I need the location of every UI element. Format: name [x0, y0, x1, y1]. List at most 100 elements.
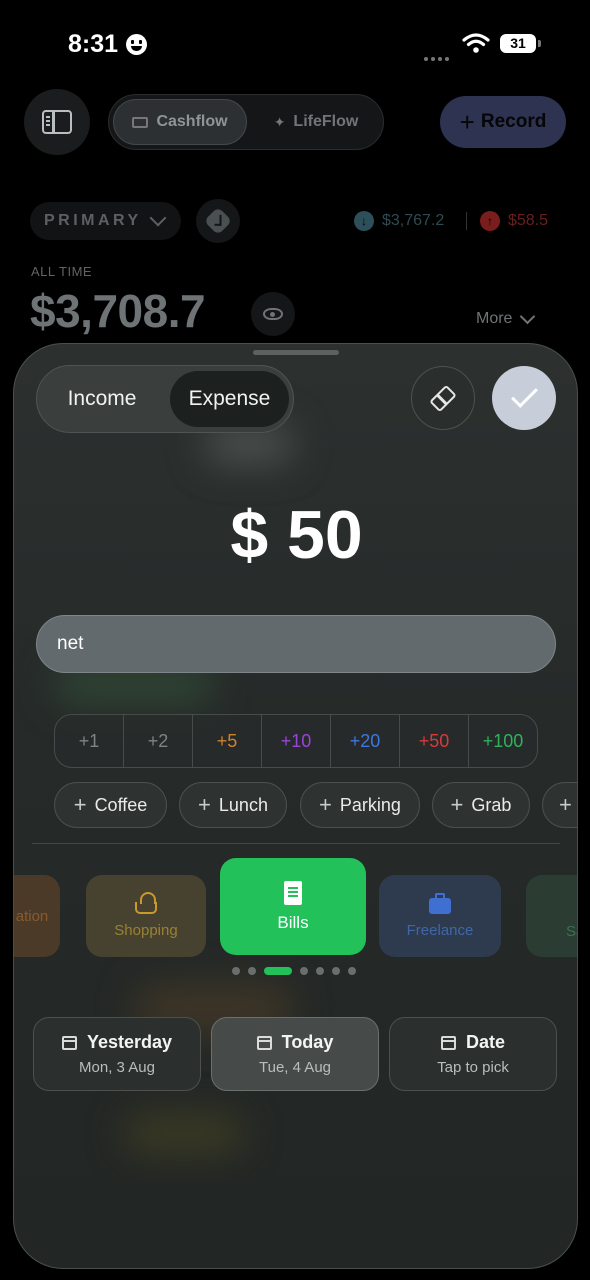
tab-cashflow-label: Cashflow: [156, 113, 228, 130]
signal-dots-icon: [424, 48, 452, 66]
page-dot[interactable]: [232, 967, 240, 975]
chip-more[interactable]: +: [542, 782, 577, 828]
category-education[interactable]: ation: [14, 875, 60, 957]
quick-amount-100[interactable]: +100: [469, 715, 537, 767]
sidebar-icon: [42, 110, 72, 134]
category-shopping[interactable]: Shopping: [86, 875, 206, 957]
income-tab[interactable]: Income: [43, 371, 161, 427]
date-subtitle: Mon, 3 Aug: [79, 1059, 155, 1076]
toggle-balance-visibility-button[interactable]: [251, 292, 295, 336]
chevron-down-icon: [149, 209, 167, 227]
amount-display: $ 50: [230, 497, 363, 573]
category-label: Shopping: [114, 921, 178, 939]
note-input[interactable]: net: [36, 615, 556, 673]
date-picker[interactable]: Date Tap to pick: [389, 1017, 557, 1091]
tab-lifeflow[interactable]: ✦ LifeFlow: [255, 99, 377, 145]
income-total: ↓ $3,767.2: [354, 210, 444, 232]
quick-note-chips: + Coffee + Lunch + Parking + Grab +: [54, 782, 577, 828]
receipt-icon: [284, 880, 302, 905]
divider: [32, 843, 560, 844]
calendar-icon: [440, 1035, 456, 1050]
chip-coffee[interactable]: + Coffee: [54, 782, 167, 828]
calendar-icon: [256, 1035, 272, 1050]
page-dot[interactable]: [348, 967, 356, 975]
checkmark-icon: [510, 380, 538, 408]
account-selector[interactable]: PRIMARY: [30, 202, 181, 240]
type-toggle: Income Expense: [36, 365, 294, 433]
calendar-icon: [61, 1035, 77, 1050]
category-freelance[interactable]: Freelance: [379, 875, 501, 957]
date-title-text: Today: [281, 1032, 334, 1052]
page-dot-active[interactable]: [264, 967, 292, 975]
chip-parking[interactable]: + Parking: [300, 782, 420, 828]
plus-icon: +: [319, 792, 332, 817]
quick-amount-2[interactable]: +2: [124, 715, 193, 767]
expense-total: ↑ $58.5: [480, 210, 548, 232]
arrow-up-icon: ↑: [480, 211, 500, 231]
battery-tip: [538, 40, 541, 47]
expense-tab[interactable]: Expense: [170, 371, 289, 427]
quick-amount-50[interactable]: +50: [400, 715, 469, 767]
category-label: Sa: [566, 922, 577, 940]
quick-amount-5[interactable]: +5: [193, 715, 262, 767]
verified-badge-icon: [203, 206, 233, 236]
date-today[interactable]: Today Tue, 4 Aug: [211, 1017, 379, 1091]
clear-button[interactable]: [411, 366, 475, 430]
briefcase-icon: [429, 892, 451, 914]
chip-grab[interactable]: + Grab: [432, 782, 530, 828]
record-label: Record: [480, 111, 547, 132]
status-bar: 8:31 31: [0, 28, 590, 62]
sheet-grabber[interactable]: [253, 350, 339, 355]
wifi-icon: [462, 33, 490, 53]
eraser-icon: [429, 384, 457, 412]
plus-icon: +: [459, 107, 475, 137]
date-yesterday[interactable]: Yesterday Mon, 3 Aug: [33, 1017, 201, 1091]
date-title: Today: [256, 1032, 334, 1053]
category-savings[interactable]: Sa: [526, 875, 577, 957]
date-title: Date: [440, 1032, 505, 1053]
quick-amount-10[interactable]: +10: [262, 715, 331, 767]
quick-amount-bar: +1 +2 +5 +10 +20 +50 +100: [54, 714, 538, 768]
balance-value: $3,708.7: [30, 285, 206, 337]
chip-label: Parking: [339, 794, 401, 815]
record-button[interactable]: + Record: [440, 96, 566, 148]
plus-icon: +: [559, 792, 572, 817]
battery-level: 31: [500, 34, 536, 53]
category-label: Bills: [277, 912, 309, 932]
quick-amount-20[interactable]: +20: [331, 715, 400, 767]
record-sheet: Income Expense $ 50 net +1 +2 +5 +10 +20…: [13, 343, 578, 1269]
category-label: ation: [15, 907, 49, 925]
tab-cashflow[interactable]: Cashflow: [113, 99, 247, 145]
view-segment-control: Cashflow ✦ LifeFlow: [108, 94, 384, 150]
date-title: Yesterday: [61, 1032, 173, 1053]
more-label: More: [476, 310, 513, 327]
more-button[interactable]: More: [476, 308, 536, 328]
chip-label: Lunch: [218, 794, 268, 815]
plus-icon: +: [450, 792, 464, 817]
background-blur: [124, 1114, 244, 1154]
expense-total-value: $58.5: [508, 212, 549, 229]
verified-button[interactable]: [196, 199, 240, 243]
chip-lunch[interactable]: + Lunch: [179, 782, 287, 828]
date-subtitle: Tap to pick: [437, 1059, 509, 1076]
quick-amount-1[interactable]: +1: [55, 715, 124, 767]
confirm-button[interactable]: [492, 366, 556, 430]
account-name: PRIMARY: [44, 212, 142, 229]
date-title-text: Yesterday: [86, 1032, 173, 1052]
period-label: ALL TIME: [31, 264, 93, 279]
category-pager: [232, 967, 356, 975]
page-dot[interactable]: [316, 967, 324, 975]
date-title-text: Date: [465, 1032, 505, 1052]
sidebar-toggle-button[interactable]: [24, 89, 90, 155]
page-dot[interactable]: [300, 967, 308, 975]
plus-icon: +: [73, 792, 87, 817]
chip-label: Coffee: [94, 794, 148, 815]
smiley-icon: [126, 34, 147, 55]
date-subtitle: Tue, 4 Aug: [259, 1059, 331, 1076]
page-dot[interactable]: [248, 967, 256, 975]
page-dot[interactable]: [332, 967, 340, 975]
status-time: 8:31: [68, 30, 119, 58]
category-bills[interactable]: Bills: [220, 858, 366, 955]
divider: [466, 212, 467, 230]
chevron-down-icon: [520, 308, 536, 324]
